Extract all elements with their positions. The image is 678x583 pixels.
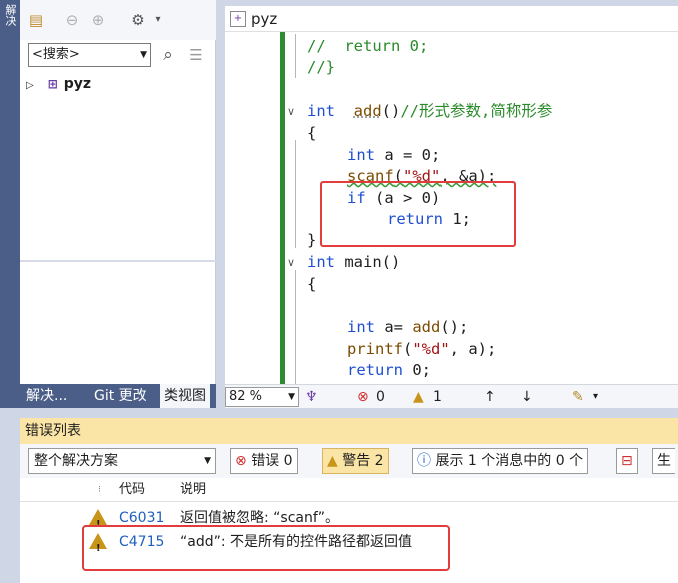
code-line: { [307, 275, 317, 293]
dropdown-arrow-icon[interactable]: ▼ [288, 388, 295, 406]
fold-toggle-icon[interactable]: ∨ [287, 256, 295, 269]
solution-explorer: ▤ ⊖ ⊕ ⚙ ▾ <搜索> ▼ ⌕ ☰ ▷ ⊞ pyz 解决... Git 更改 类… [20, 0, 216, 408]
code-line: int main() [307, 253, 401, 271]
code-line: // return 0; [307, 37, 429, 55]
errors-filter-label: 错误 0 [251, 453, 293, 469]
back-icon[interactable]: ⊖ [62, 10, 82, 30]
dropdown-arrow-icon[interactable]: ▼ [204, 449, 211, 473]
zoom-value: 82 % [229, 389, 263, 404]
home-folder-icon[interactable]: ▤ [26, 10, 46, 30]
project-icon: ⊞ [47, 77, 58, 91]
previous-arrow-icon[interactable]: ↑ [484, 385, 496, 409]
left-tool-strip[interactable]: 解决 [0, 0, 20, 408]
warning-icon: ! [89, 509, 107, 530]
change-indicator-bar [280, 32, 285, 384]
warning-count: 1 [433, 389, 442, 405]
code-line: int add()//形式参数,简称形参 [307, 102, 553, 120]
filter-list-icon: ⊟ [621, 453, 633, 469]
messages-filter-label: 展示 1 个消息中的 0 个 [435, 453, 584, 469]
code-line: { [307, 124, 317, 142]
column-header-code[interactable]: 代码 [119, 478, 145, 502]
code-line: } [307, 231, 317, 249]
fold-toggle-icon[interactable]: ∨ [287, 105, 295, 118]
tab-class-view[interactable]: 类视图 [160, 384, 210, 408]
next-arrow-icon[interactable]: ↓ [521, 385, 533, 409]
settings-gear-icon[interactable]: ⚙ [128, 10, 148, 30]
forward-icon[interactable]: ⊕ [88, 10, 108, 30]
error-count: 0 [376, 389, 385, 405]
chevron-down-icon[interactable]: ▾ [593, 385, 598, 409]
warnings-filter-label: 警告 2 [342, 453, 384, 469]
project-name: pyz [63, 76, 92, 92]
error-icon: ⊗ [235, 453, 247, 469]
warning-icon[interactable]: ▲ [413, 385, 424, 409]
file-tab-label: pyz [251, 10, 278, 28]
messages-filter-button[interactable]: ⓘ 展示 1 个消息中的 0 个 [412, 448, 589, 474]
column-header-description[interactable]: 说明 [180, 478, 206, 502]
errors-filter-button[interactable]: ⊗ 错误 0 [230, 448, 298, 474]
build-scope-select[interactable]: 生 [652, 448, 675, 474]
scope-value: 整个解决方案 [34, 453, 118, 469]
solution-search-input[interactable]: <搜索> ▼ [28, 43, 151, 67]
highlight-box-if-return [320, 181, 516, 247]
warning-icon: ▲ [327, 453, 338, 469]
code-line: int a = 0; [347, 146, 441, 164]
editor-status-bar: 82 % ▼ ♆ ⊗ 0 ▲ 1 ↑ ↓ ✎ ▾ [225, 384, 678, 408]
code-line: return 0; [347, 361, 431, 379]
file-tab[interactable]: + pyz [225, 6, 678, 32]
dropdown-arrow-icon[interactable]: ▼ [140, 44, 147, 66]
indent-guide [295, 140, 296, 248]
chevron-down-icon[interactable]: ▾ [148, 10, 168, 30]
info-icon: ⓘ [417, 453, 431, 469]
tab-solution[interactable]: 解决... [22, 384, 71, 408]
search-options-icon[interactable]: ☰ [186, 45, 206, 65]
scope-select[interactable]: 整个解决方案 ▼ [28, 448, 216, 474]
code-line: printf("%d", a); [347, 340, 497, 358]
error-list-toolbar: 整个解决方案 ▼ ⊗ 错误 0 ▲ 警告 2 ⓘ 展示 1 个消息中的 0 个 ⊟… [20, 444, 678, 478]
build-scope-label: 生 [657, 453, 671, 469]
solution-tabs: 解决... Git 更改 类视图 [20, 384, 216, 408]
filter-toggle-button[interactable]: ⊟ [616, 448, 638, 474]
error-icon[interactable]: ⊗ [357, 385, 369, 409]
code-line: //} [307, 58, 335, 76]
code-line: int a= add(); [347, 318, 469, 336]
intellicode-icon[interactable]: ♆ [305, 385, 318, 409]
tab-git-changes[interactable]: Git 更改 [90, 384, 151, 408]
tree-item-project[interactable]: ▷ ⊞ pyz [26, 73, 91, 95]
code-cleanup-icon[interactable]: ✎ [572, 385, 584, 409]
error-list-header: ⁝ 代码 说明 [20, 478, 678, 502]
search-icon[interactable]: ⌕ [158, 45, 178, 65]
strip-label: 解决 [4, 4, 17, 26]
solution-toolbar: ▤ ⊖ ⊕ ⚙ ▾ [20, 0, 216, 40]
expand-arrow-icon[interactable]: ▷ [26, 80, 34, 91]
zoom-select[interactable]: 82 % ▼ [225, 387, 299, 407]
indent-guide [295, 34, 296, 78]
cpp-file-icon: + [230, 11, 246, 27]
panel-divider [20, 260, 216, 262]
warnings-filter-button[interactable]: ▲ 警告 2 [322, 448, 389, 474]
highlight-box-warning [82, 525, 450, 571]
error-list-title: 错误列表 [20, 418, 678, 444]
search-placeholder: <搜索> [32, 47, 80, 62]
indent-guide [295, 270, 296, 384]
sort-icon[interactable]: ⁝ [98, 478, 101, 502]
